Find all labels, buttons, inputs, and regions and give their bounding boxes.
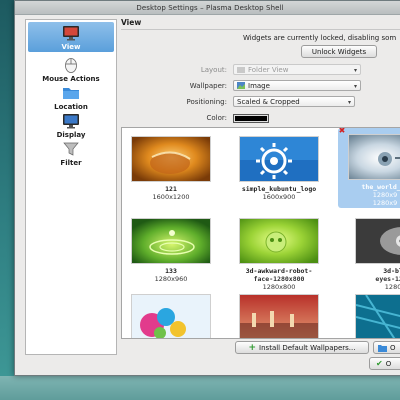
wallpaper-tile[interactable] [348,294,400,338]
title-bar[interactable]: Desktop Settings – Plasma Desktop Shell [15,1,400,15]
color-picker-button[interactable] [233,114,269,123]
mouse-icon [65,58,77,73]
wallpaper-tile[interactable] [232,294,326,338]
sidebar-item-filter[interactable]: Filter [28,138,114,168]
sidebar-item-label: Filter [60,159,82,167]
wallpaper-thumbnail [239,218,319,264]
wallpaper-thumbnail [348,134,400,180]
folder-icon [63,88,79,99]
wallpaper-thumbnail [131,294,211,338]
sidebar-item-location[interactable]: Location [28,82,114,112]
desktop-panel [0,376,400,400]
sidebar-item-display[interactable]: Display [28,110,114,140]
wallpaper-thumbnail [131,136,211,182]
positioning-select[interactable]: Scaled & Cropped ▾ [233,96,355,107]
layout-label: Layout: [200,66,227,74]
positioning-label: Positioning: [186,98,227,106]
wallpaper-thumbnail [355,294,400,338]
folder-view-icon [237,67,245,73]
remove-icon[interactable]: ✖ [338,128,346,135]
desktop-background-strip [0,0,14,400]
display-icon [63,114,79,129]
ok-button[interactable]: ✔ O [369,357,400,370]
wallpaper-label: Wallpaper: [189,82,227,90]
chevron-down-icon: ▾ [353,83,357,90]
wallpaper-tile-selected[interactable]: ✖ the_world_is 1280x9 1280x9 [338,128,400,208]
image-icon [237,82,245,89]
wallpaper-tile[interactable]: 133 1280x960 [124,212,218,292]
install-default-wallpapers-button[interactable]: + Install Default Wallpapers... [235,341,369,354]
wallpaper-tile[interactable]: 3d-blu eyes-1280x 1280x [348,212,400,292]
sidebar-item-mouse-actions[interactable]: Mouse Actions [28,54,114,84]
chevron-down-icon: ▾ [347,99,351,106]
wallpaper-grid[interactable]: 121 1600x1200 simple_kubuntu_logo 1600x9… [121,127,400,339]
sidebar-item-view[interactable]: View [28,22,114,52]
check-icon: ✔ [376,359,383,368]
wallpaper-thumbnail [239,136,319,182]
desktop-settings-window: Desktop Settings – Plasma Desktop Shell … [14,0,400,376]
wallpaper-thumbnail [239,294,319,338]
wallpaper-thumbnail [131,218,211,264]
wallpaper-tile[interactable]: simple_kubuntu_logo 1600x900 [232,130,326,210]
color-label: Color: [206,114,227,122]
wallpaper-select[interactable]: Image ▾ [233,80,361,91]
sidebar-item-label: View [61,43,81,51]
open-button[interactable]: O [373,341,400,354]
divider [121,29,400,30]
chevron-down-icon: ▾ [353,67,357,74]
layout-select[interactable]: Folder View ▾ [233,64,361,75]
wallpaper-tile[interactable] [124,294,218,338]
page-title: View [121,18,142,27]
funnel-icon [63,142,79,156]
sidebar: View Mouse Actions Location Display Filt… [25,19,117,355]
lock-message: Widgets are currently locked, disabling … [243,34,397,42]
monitor-view-icon [63,26,79,41]
wallpaper-tile[interactable]: 121 1600x1200 [124,130,218,210]
wallpaper-tile[interactable]: 3d-awkward-robot- face-1280x800 1280x800 [232,212,326,292]
folder-open-icon [378,344,387,352]
unlock-widgets-button[interactable]: Unlock Widgets [301,45,377,58]
window-title: Desktop Settings – Plasma Desktop Shell [136,3,284,12]
add-icon: + [248,342,257,353]
wallpaper-thumbnail [355,218,400,264]
